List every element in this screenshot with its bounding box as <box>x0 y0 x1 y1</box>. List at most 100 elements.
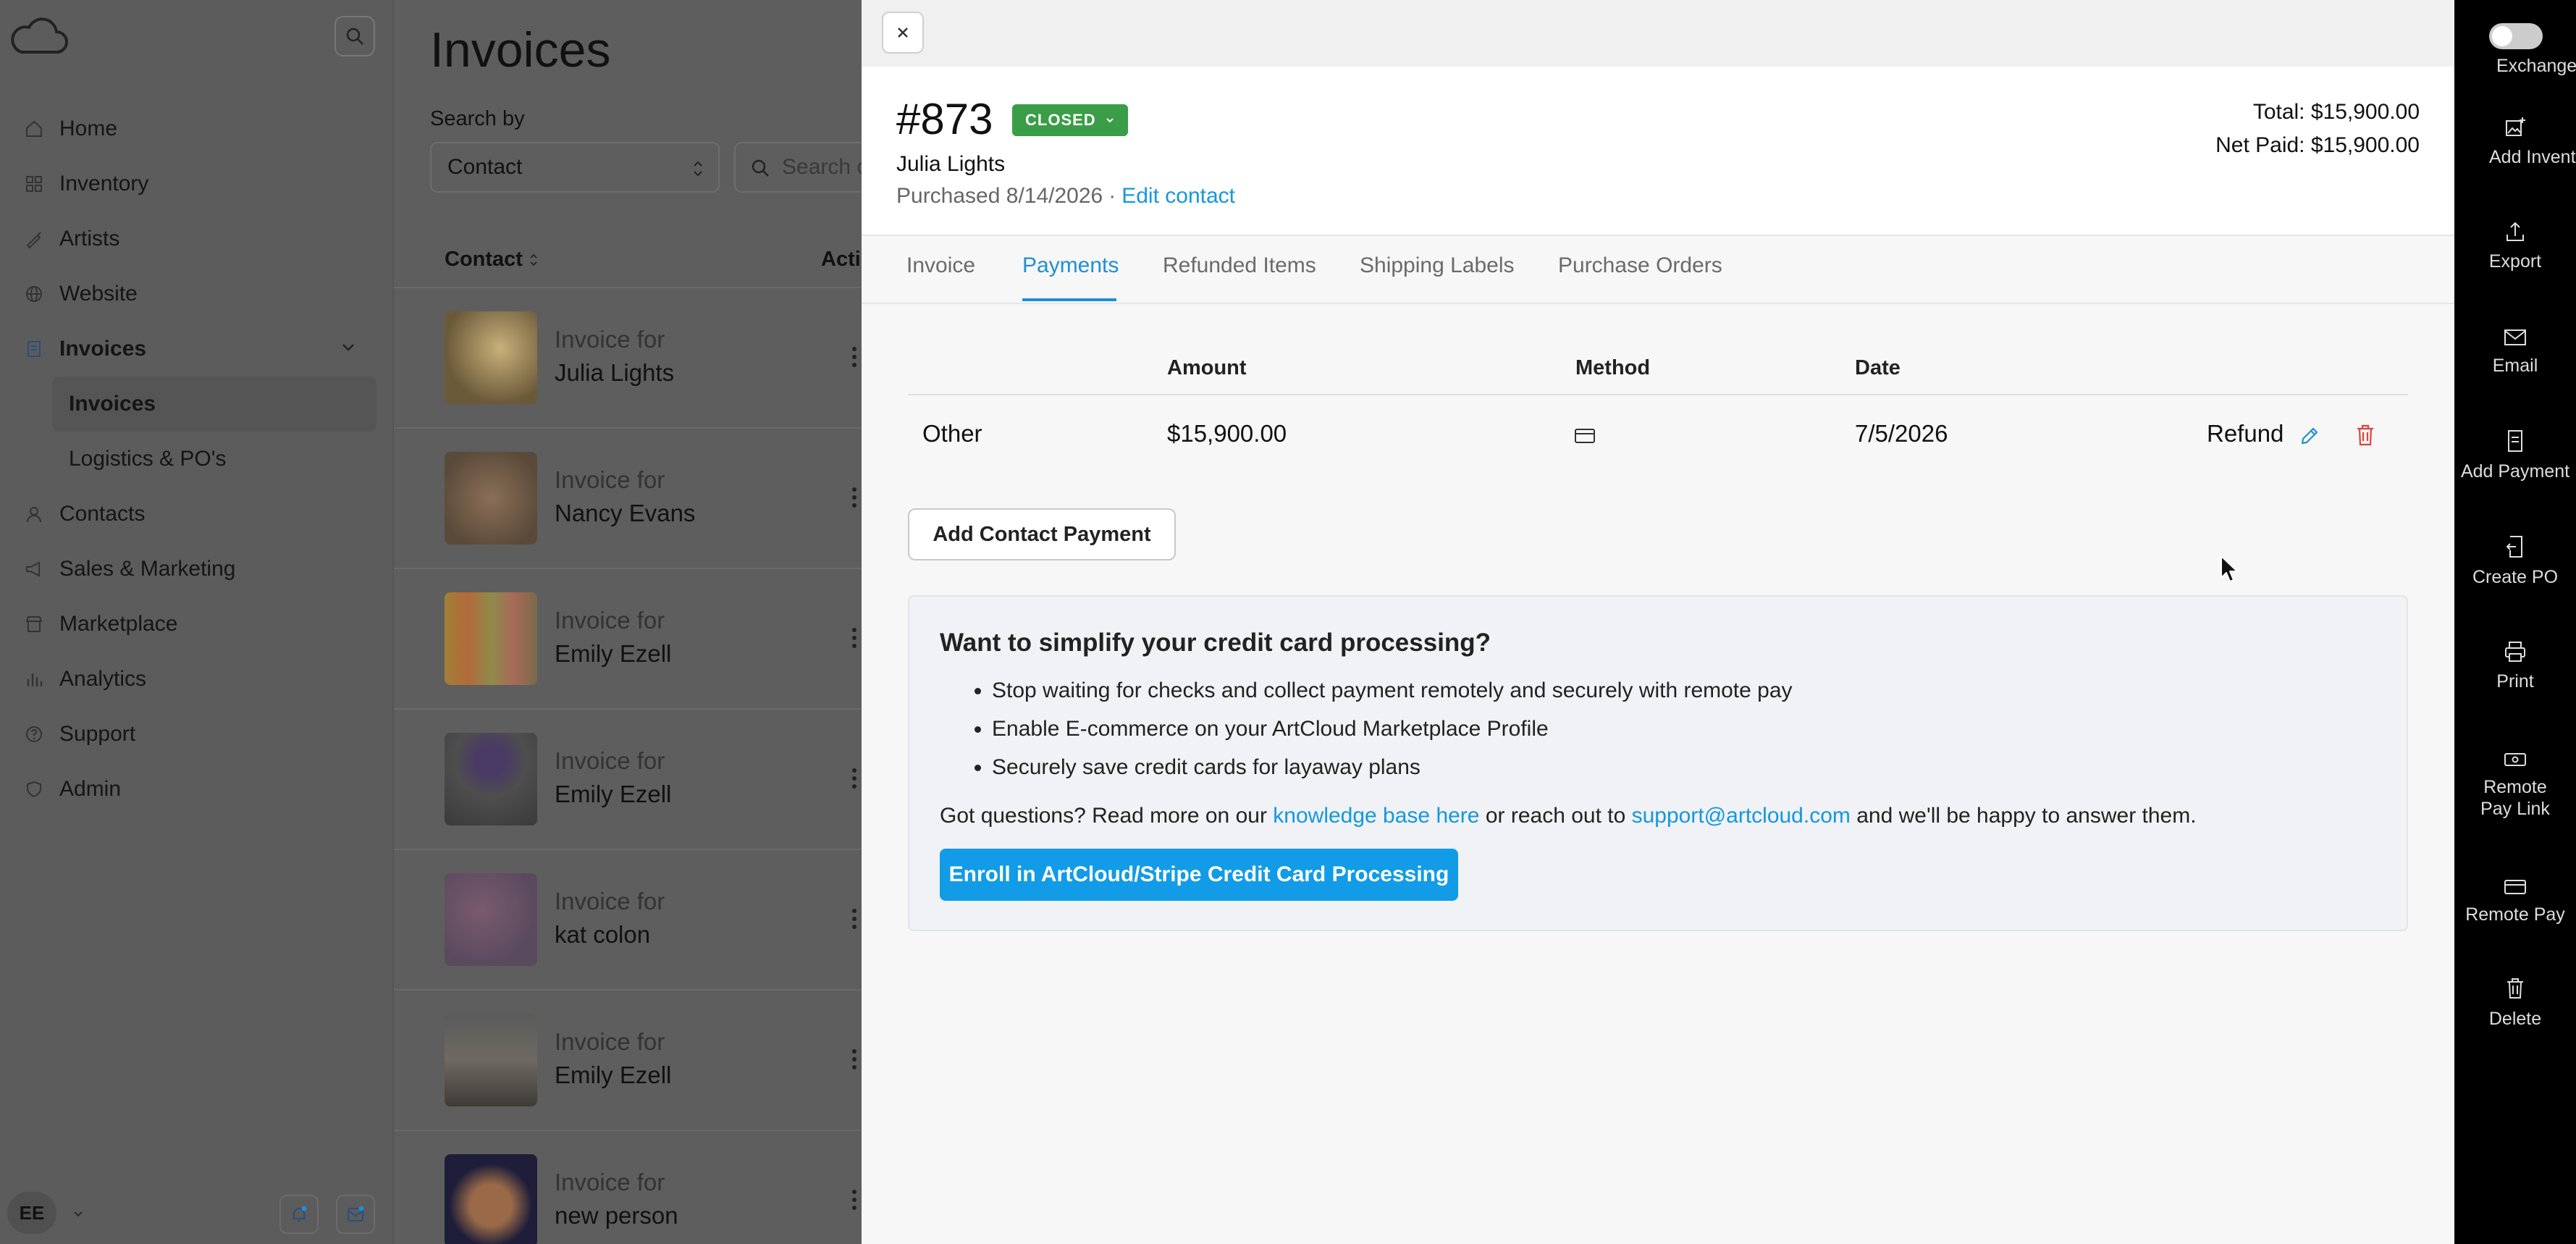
sidebar-item-label: Home <box>59 117 118 140</box>
tab-purchase-orders[interactable]: Purchase Orders <box>1558 253 1722 278</box>
sidebar-item-label: Invoices <box>69 392 156 416</box>
sidebar-item-marketplace[interactable]: Marketplace <box>0 597 394 652</box>
knowledge-base-link[interactable]: knowledge base here <box>1273 804 1479 828</box>
notifications-button[interactable] <box>279 1195 319 1234</box>
chevron-down-icon[interactable] <box>71 1206 85 1221</box>
support-email-link[interactable]: support@artcloud.com <box>1632 804 1851 828</box>
sort-icon <box>529 252 539 268</box>
page-title: Invoices <box>430 22 611 77</box>
status-label: CLOSED <box>1025 111 1096 129</box>
globe-icon <box>22 282 46 306</box>
close-button[interactable] <box>882 12 924 54</box>
invoice-rows: Invoice for Julia Lights Invoice for Nan… <box>394 288 863 1244</box>
row-label: Invoice for <box>555 747 665 774</box>
kebab-menu-icon[interactable] <box>851 768 857 789</box>
kebab-menu-icon[interactable] <box>851 346 857 368</box>
artwork-thumbnail <box>445 733 537 825</box>
invoice-search-input[interactable]: Search c <box>734 142 879 193</box>
help-text: Got questions? Read more on our <box>940 804 1274 828</box>
export-button[interactable]: Export <box>2454 206 2576 272</box>
cloud-logo-icon[interactable] <box>6 13 71 59</box>
payments-table-header: Amount Method Date <box>908 340 2408 395</box>
sidebar: Home Inventory Artists Website Invoices … <box>0 0 394 1244</box>
toggle-icon[interactable] <box>2489 23 2543 49</box>
remote-pay-link-button[interactable]: Remote Pay Link <box>2454 731 2576 820</box>
row-contact: Nancy Evans <box>555 500 696 526</box>
table-row[interactable]: Invoice for Nancy Evans <box>394 429 863 569</box>
sidebar-item-admin[interactable]: Admin <box>0 762 394 817</box>
sidebar-item-analytics[interactable]: Analytics <box>0 652 394 707</box>
column-contact[interactable]: Contact <box>445 248 539 272</box>
table-row[interactable]: Invoice for Emily Ezell <box>394 569 863 710</box>
table-row[interactable]: Invoice for Emily Ezell <box>394 991 863 1131</box>
rail-label: Email <box>2492 356 2538 376</box>
trash-icon[interactable] <box>2354 423 2376 447</box>
table-row[interactable]: Invoice for kat colon <box>394 850 863 991</box>
tab-payments[interactable]: Payments <box>1022 253 1119 278</box>
sidebar-item-website[interactable]: Website <box>0 266 394 321</box>
add-payment-button[interactable]: Add Payment <box>2454 416 2576 482</box>
print-button[interactable]: Print <box>2454 626 2576 692</box>
sidebar-item-contacts[interactable]: Contacts <box>0 487 394 542</box>
sidebar-item-sales-marketing[interactable]: Sales & Marketing <box>0 542 394 597</box>
avatar[interactable]: EE <box>7 1192 56 1234</box>
messages-button[interactable] <box>336 1195 375 1234</box>
sidebar-item-label: Sales & Marketing <box>59 557 236 581</box>
payment-amount: $15,900.00 <box>1167 420 1287 447</box>
exchange-rate-toggle[interactable]: Exchange Rate <box>2454 0 2576 87</box>
remote-pay-button[interactable]: Remote Pay <box>2454 859 2576 925</box>
rail-label: Create PO <box>2472 567 2559 587</box>
credit-card-icon <box>1574 427 1596 445</box>
chevron-down-icon[interactable] <box>339 337 358 356</box>
invoice-number: #873 <box>896 95 993 143</box>
action-rail: Exchange Rate Add Inventory Export Email… <box>2454 0 2576 1244</box>
table-row[interactable]: Invoice for Emily Ezell <box>394 710 863 850</box>
kebab-menu-icon[interactable] <box>851 487 857 508</box>
kebab-menu-icon[interactable] <box>851 1189 857 1211</box>
create-po-button[interactable]: Create PO <box>2454 521 2576 588</box>
table-row[interactable]: Invoice for Julia Lights <box>394 288 863 429</box>
table-row[interactable]: Invoice for new person <box>394 1131 863 1244</box>
sidebar-subitem-logistics[interactable]: Logistics & PO's <box>0 432 394 487</box>
tab-refunded-items[interactable]: Refunded Items <box>1163 253 1316 278</box>
status-badge[interactable]: CLOSED <box>1012 104 1128 136</box>
add-contact-payment-button[interactable]: Add Contact Payment <box>908 508 1176 560</box>
sidebar-item-inventory[interactable]: Inventory <box>0 156 394 211</box>
rail-label: Print <box>2496 671 2534 692</box>
tab-invoice[interactable]: Invoice <box>906 253 975 278</box>
promo-list: Stop waiting for checks and collect paym… <box>940 678 1793 793</box>
kebab-menu-icon[interactable] <box>851 908 857 930</box>
edit-pencil-icon[interactable] <box>2298 424 2321 447</box>
user-icon <box>22 502 46 526</box>
sidebar-nav: Home Inventory Artists Website Invoices … <box>0 101 394 817</box>
tab-shipping-labels[interactable]: Shipping Labels <box>1360 253 1515 278</box>
email-button[interactable]: Email <box>2454 310 2576 377</box>
mail-icon <box>2454 310 2576 348</box>
sidebar-subitem-invoices[interactable]: Invoices <box>52 377 376 432</box>
artwork-thumbnail <box>445 1014 537 1106</box>
enroll-stripe-button[interactable]: Enroll in ArtCloud/Stripe Credit Card Pr… <box>940 849 1458 901</box>
search-by-select[interactable]: Contact <box>430 142 720 193</box>
sidebar-search-button[interactable] <box>334 16 375 56</box>
rail-label: Delete <box>2488 1009 2542 1029</box>
search-icon <box>346 28 363 45</box>
sidebar-item-home[interactable]: Home <box>0 101 394 156</box>
edit-contact-link[interactable]: Edit contact <box>1121 184 1235 208</box>
row-label: Invoice for <box>555 1169 665 1195</box>
artwork-thumbnail <box>445 873 537 966</box>
sidebar-item-artists[interactable]: Artists <box>0 211 394 266</box>
kebab-menu-icon[interactable] <box>851 1048 857 1070</box>
table-header: Contact Actio <box>394 236 874 288</box>
inventory-icon <box>22 172 46 196</box>
add-inventory-button[interactable]: Add Inventory <box>2454 101 2576 168</box>
sidebar-item-invoices[interactable]: Invoices <box>0 321 394 377</box>
refund-button[interactable]: Refund <box>2207 420 2284 447</box>
sidebar-item-support[interactable]: Support <box>0 707 394 762</box>
sidebar-footer: EE <box>0 1188 394 1244</box>
kebab-menu-icon[interactable] <box>851 627 857 649</box>
upload-icon <box>2454 206 2576 243</box>
credit-card-promo: Want to simplify your credit card proces… <box>908 595 2408 931</box>
delete-button[interactable]: Delete <box>2454 963 2576 1030</box>
mouse-cursor-icon <box>2220 555 2240 584</box>
store-icon <box>22 612 46 636</box>
